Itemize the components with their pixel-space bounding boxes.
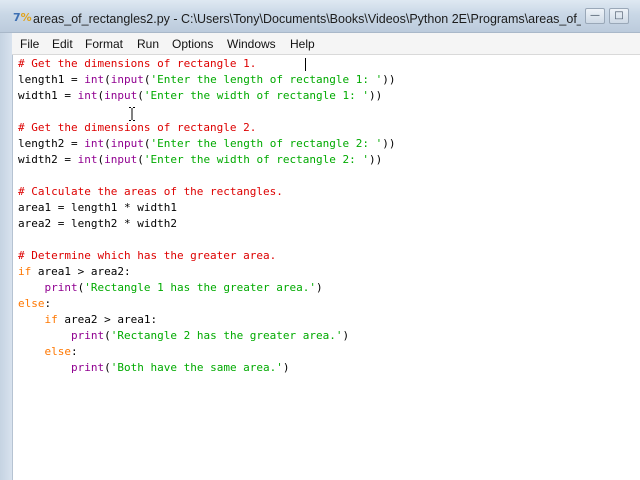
code-line[interactable]: # Calculate the areas of the rectangles.: [18, 184, 396, 200]
menu-file[interactable]: File: [20, 36, 39, 52]
menu-help[interactable]: Help: [290, 36, 315, 52]
code-token: (: [104, 329, 111, 342]
code-line[interactable]: width2 = int(input('Enter the width of r…: [18, 152, 396, 168]
code-token: print: [44, 281, 78, 294]
code-token: # Get the dimensions of rectangle 1.: [18, 57, 257, 70]
code-line[interactable]: area2 = length2 * width2: [18, 216, 396, 232]
code-line[interactable]: # Determine which has the greater area.: [18, 248, 396, 264]
code-token: width2 =: [18, 153, 78, 166]
code-token: if: [44, 313, 58, 326]
code-token: )): [382, 73, 396, 86]
code-token: ): [316, 281, 323, 294]
code-token: print: [70, 361, 105, 374]
window-title: areas_of_rectangles2.py - C:\Users\Tony\…: [33, 12, 581, 26]
code-token: area1 > area2:: [31, 265, 131, 278]
minimize-button[interactable]: —: [585, 8, 605, 24]
code-line[interactable]: [18, 232, 396, 248]
code-line[interactable]: area1 = length1 * width1: [18, 200, 396, 216]
text-cursor: [305, 58, 306, 71]
code-token: 'Rectangle 1 has the greater area.': [84, 281, 317, 294]
code-token: width1 =: [18, 89, 78, 102]
code-token: (: [137, 153, 144, 166]
code-token: # Determine which has the greater area.: [18, 249, 277, 262]
menu-format[interactable]: Format: [85, 36, 123, 52]
code-line[interactable]: length2 = int(input('Enter the length of…: [18, 136, 396, 152]
code-token: ): [282, 361, 290, 374]
code-token: 'Enter the width of rectangle 2: ': [143, 153, 370, 166]
code-line[interactable]: if area2 > area1:: [18, 312, 396, 328]
ibeam-pointer-icon: [129, 107, 135, 121]
code-token: )): [369, 89, 383, 102]
code-token: length1 =: [18, 73, 85, 86]
code-token: (: [104, 137, 111, 150]
code-token: )): [382, 137, 396, 150]
code-token: :: [44, 297, 52, 310]
code-line[interactable]: [18, 104, 396, 120]
window-frame-left: [0, 33, 13, 480]
code-token: )): [369, 153, 383, 166]
menu-windows[interactable]: Windows: [227, 36, 276, 52]
code-token: ): [342, 329, 350, 342]
code-token: int: [77, 89, 98, 102]
code-line[interactable]: print('Rectangle 2 has the greater area.…: [18, 328, 396, 344]
code-token: input: [104, 153, 138, 166]
code-line[interactable]: # Get the dimensions of rectangle 2.: [18, 120, 396, 136]
code-text[interactable]: # Get the dimensions of rectangle 1. leng…: [18, 56, 396, 376]
menu-options[interactable]: Options: [172, 36, 213, 52]
menu-bar: File Edit Format Run Options Windows Hel…: [12, 33, 640, 55]
code-token: print: [70, 329, 105, 342]
code-token: 'Enter the length of rectangle 2: ': [150, 137, 383, 150]
code-token: else: [44, 345, 72, 358]
code-token: input: [104, 89, 138, 102]
title-bar[interactable]: 7% areas_of_rectangles2.py - C:\Users\To…: [0, 0, 640, 33]
code-line[interactable]: else:: [18, 344, 396, 360]
code-line[interactable]: length1 = int(input('Enter the length of…: [18, 72, 396, 88]
code-token: if: [18, 265, 32, 278]
code-token: int: [77, 153, 98, 166]
code-token: 'Enter the width of rectangle 1: ': [143, 89, 370, 102]
code-token: int: [84, 137, 105, 150]
menu-run[interactable]: Run: [137, 36, 159, 52]
code-token: int: [84, 73, 105, 86]
code-token: 'Both have the same area.': [110, 361, 283, 374]
code-token: input: [110, 73, 144, 86]
code-token: (: [104, 361, 111, 374]
code-line[interactable]: # Get the dimensions of rectangle 1.: [18, 56, 396, 72]
code-token: 'Rectangle 2 has the greater area.': [110, 329, 343, 342]
code-token: else: [18, 297, 45, 310]
code-editor[interactable]: # Get the dimensions of rectangle 1. leng…: [13, 55, 640, 480]
code-token: area2 = length2 * width2: [18, 217, 177, 230]
maximize-button[interactable]: □: [609, 8, 629, 24]
code-line[interactable]: if area1 > area2:: [18, 264, 396, 280]
code-token: (: [104, 73, 111, 86]
code-token: area1 = length1 * width1: [18, 201, 177, 214]
code-line[interactable]: print('Rectangle 1 has the greater area.…: [18, 280, 396, 296]
menu-edit[interactable]: Edit: [52, 36, 73, 52]
code-token: :: [71, 345, 78, 358]
code-token: # Calculate the areas of the rectangles.: [18, 185, 283, 198]
code-line[interactable]: else:: [18, 296, 396, 312]
idle-python-icon: 7%: [13, 11, 32, 24]
code-token: input: [110, 137, 144, 150]
code-token: area2 > area1:: [57, 313, 158, 326]
code-token: # Get the dimensions of rectangle 2.: [18, 121, 257, 134]
code-line[interactable]: [18, 168, 396, 184]
code-token: (: [137, 89, 144, 102]
code-line[interactable]: print('Both have the same area.'): [18, 360, 396, 376]
code-token: length2 =: [18, 137, 85, 150]
code-token: 'Enter the length of rectangle 1: ': [150, 73, 383, 86]
code-line[interactable]: width1 = int(input('Enter the width of r…: [18, 88, 396, 104]
